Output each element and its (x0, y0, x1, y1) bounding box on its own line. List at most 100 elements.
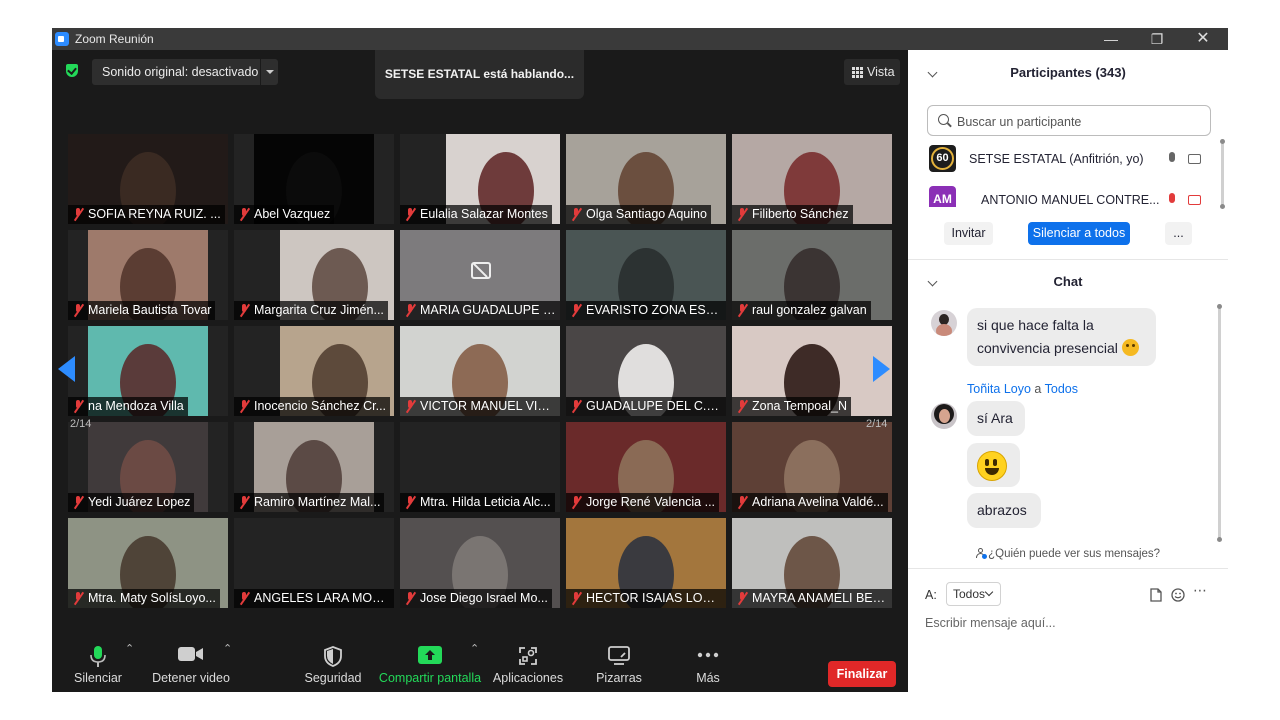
invite-button[interactable]: Invitar (944, 222, 993, 245)
apps-button[interactable]: Aplicaciones (492, 642, 564, 690)
participant-name-tag: Jorge René Valencia ... (566, 493, 720, 512)
video-tile[interactable]: Mariela Bautista Tovar (68, 230, 228, 320)
chat-scrollbar[interactable] (1217, 304, 1222, 542)
previous-page-arrow-icon[interactable] (58, 356, 75, 382)
video-tile[interactable]: Mtra. Maty SolísLoyo... (68, 518, 228, 608)
apps-label: Aplicaciones (492, 671, 564, 685)
stop-video-button[interactable]: Detener video (150, 642, 232, 690)
participant-avatar: AM (929, 186, 956, 207)
video-tile[interactable]: MARIA GUADALUPE P... (400, 230, 560, 320)
participant-search-input[interactable] (955, 112, 1199, 132)
video-tile[interactable]: Eulalia Salazar Montes (400, 134, 560, 224)
participants-scrollbar[interactable] (1220, 139, 1225, 209)
video-tile[interactable]: Zona Tempoal_N (732, 326, 892, 416)
video-tile[interactable]: GUADALUPE DEL C. S... (566, 326, 726, 416)
video-camera-icon[interactable] (1188, 154, 1201, 164)
restore-icon[interactable]: ❐ (1134, 28, 1180, 50)
mute-label: Silenciar (74, 671, 122, 685)
participant-row[interactable]: 60 SETSE ESTATAL (Anfitrión, yo) (908, 141, 1228, 177)
security-button[interactable]: Seguridad (302, 642, 364, 690)
chat-composer: A: Todos ⋯ (908, 568, 1228, 693)
who-can-see-label: ¿Quién puede ver sus mensajes? (988, 548, 1161, 560)
video-tile[interactable]: Filiberto Sánchez (732, 134, 892, 224)
original-sound-button[interactable]: Sonido original: desactivado (92, 59, 278, 85)
microphone-muted-icon (405, 303, 417, 318)
participant-name: ANTONIO MANUEL CONTRE... (981, 193, 1160, 207)
microphone-muted-icon (73, 303, 85, 318)
whiteboards-button[interactable]: Pizarras (592, 642, 646, 690)
share-options-caret-icon[interactable]: ⌃ (470, 642, 479, 655)
avatar-initials: 60 (931, 147, 954, 170)
video-tile[interactable]: EVARISTO ZONA ESPI... (566, 230, 726, 320)
video-tile[interactable]: Olga Santiago Aquino (566, 134, 726, 224)
view-button[interactable]: Vista (844, 59, 900, 85)
more-dots-icon (697, 652, 719, 658)
mute-all-button[interactable]: Silenciar a todos (1028, 222, 1130, 245)
video-tile[interactable]: Jose Diego Israel Mo... (400, 518, 560, 608)
chat-message-input[interactable] (925, 613, 1215, 633)
video-tile[interactable]: SOFIA REYNA RUIZ. ... (68, 134, 228, 224)
chevron-down-icon[interactable] (260, 59, 278, 85)
next-page-arrow-icon[interactable] (873, 356, 890, 382)
participant-name-tag: na Mendoza Villa (68, 397, 188, 416)
meeting-toolbar: Silenciar ⌃ Detener video ⌃ Seguridad Co… (52, 636, 908, 692)
video-tile[interactable]: Margarita Cruz Jimén... (234, 230, 394, 320)
recipient-label: A: (925, 588, 937, 602)
video-tile[interactable]: Jorge René Valencia ... (566, 422, 726, 512)
participant-row[interactable]: AM ANTONIO MANUEL CONTRE... (908, 182, 1228, 207)
participant-name-tag: Yedi Juárez Lopez (68, 493, 195, 512)
end-meeting-button[interactable]: Finalizar (828, 661, 896, 687)
video-camera-icon (178, 647, 203, 661)
speaking-banner: SETSE ESTATAL está hablando... (375, 50, 584, 99)
more-button[interactable]: Más (686, 642, 730, 690)
participants-more-button[interactable]: ... (1165, 222, 1192, 245)
microphone-muted-icon (73, 207, 85, 222)
encryption-shield-icon[interactable] (66, 64, 78, 77)
chat-message: sí Ara (967, 401, 1025, 436)
microphone-icon[interactable] (1169, 152, 1175, 162)
whiteboard-icon (608, 646, 630, 665)
mute-button[interactable]: Silenciar (68, 642, 128, 690)
file-icon[interactable] (1150, 588, 1162, 602)
video-tile[interactable]: Adriana Avelina Valdé... (732, 422, 892, 512)
zoom-logo-icon (55, 32, 69, 46)
chat-message-text: si que hace falta la convivencia presenc… (977, 317, 1118, 356)
microphone-muted-icon (737, 303, 749, 318)
video-off-icon[interactable] (1188, 195, 1201, 205)
video-tile[interactable]: Mtra. Hilda Leticia Alc... (400, 422, 560, 512)
participant-name-tag: ANGELES LARA MOLI... (234, 589, 394, 608)
microphone-muted-icon (239, 207, 251, 222)
video-tile[interactable]: Inocencio Sánchez Cr... (234, 326, 394, 416)
recipient-dropdown[interactable]: Todos (946, 582, 1001, 606)
microphone-muted-icon (239, 495, 251, 510)
video-options-caret-icon[interactable]: ⌃ (223, 642, 232, 655)
participant-name-tag: EVARISTO ZONA ESPI... (566, 301, 726, 320)
participant-search[interactable] (927, 105, 1211, 136)
camera-off-icon (471, 262, 491, 279)
chat-sender-name[interactable]: Toñita Loyo (967, 382, 1031, 396)
minimize-icon[interactable]: — (1088, 28, 1134, 50)
video-tile[interactable]: ANGELES LARA MOLI... (234, 518, 394, 608)
participant-name-tag: Jose Diego Israel Mo... (400, 589, 552, 608)
participant-name-tag: raul gonzalez galvan (732, 301, 871, 320)
participant-name-tag: Margarita Cruz Jimén... (234, 301, 388, 320)
video-tile[interactable]: Abel Vazquez (234, 134, 394, 224)
apps-icon (519, 647, 537, 665)
participant-name-tag: Olga Santiago Aquino (566, 205, 711, 224)
composer-more-icon[interactable]: ⋯ (1193, 582, 1207, 599)
video-tile[interactable]: na Mendoza Villa (68, 326, 228, 416)
video-tile[interactable]: Ramiro Martínez Mal... (234, 422, 394, 512)
video-tile[interactable]: VICTOR MANUEL VILL... (400, 326, 560, 416)
emoji-icon[interactable] (1171, 588, 1185, 602)
video-tile[interactable]: raul gonzalez galvan (732, 230, 892, 320)
page-indicator-right: 2/14 (866, 418, 888, 430)
who-can-see-messages[interactable]: ¿Quién puede ver sus mensajes? (908, 548, 1228, 560)
close-icon[interactable]: ✕ (1180, 28, 1226, 50)
video-tile[interactable]: HECTOR ISAIAS LOPE... (566, 518, 726, 608)
video-tile[interactable]: Yedi Juárez Lopez (68, 422, 228, 512)
microphone-muted-icon (405, 591, 417, 606)
video-tile[interactable]: MAYRA ANAMELI BEL... (732, 518, 892, 608)
share-screen-button[interactable]: Compartir pantalla (378, 642, 482, 690)
audio-options-caret-icon[interactable]: ⌃ (125, 642, 134, 655)
microphone-muted-icon[interactable] (1169, 193, 1175, 203)
